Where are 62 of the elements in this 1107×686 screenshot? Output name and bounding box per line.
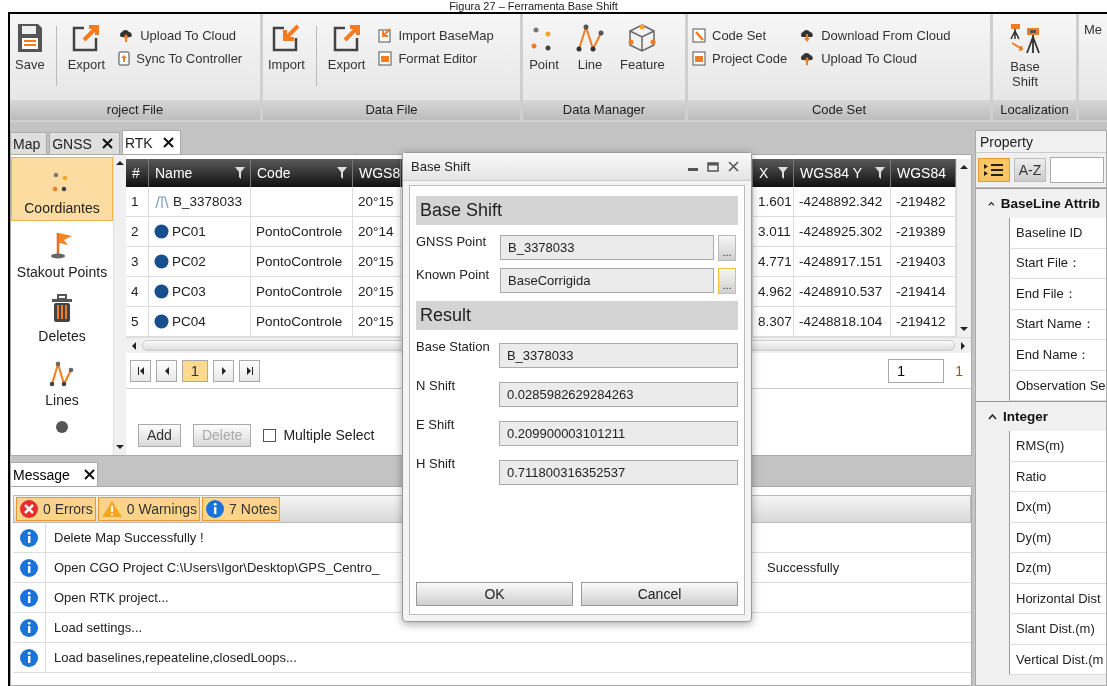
property-name: Vertical Dist.(m [1009, 644, 1106, 675]
table-cell: PontoControle [251, 217, 353, 247]
property-name: Dy(m) [1009, 522, 1106, 553]
dialog-title: Base Shift [411, 159, 472, 174]
table-cell: PontoControle [251, 277, 353, 307]
table-cell: 20°15 [353, 277, 401, 307]
message-text: Successfully [766, 560, 840, 575]
table-cell: 20°15 [353, 187, 401, 217]
table-cell: 2 [126, 217, 149, 247]
point-name: B_3378033 [173, 194, 243, 209]
message-text: Load baselines,repeateline,closedLoops... [53, 650, 297, 665]
point-name: PC03 [172, 284, 206, 299]
property-name: Dx(m) [1009, 492, 1106, 523]
field-label: E Shift [416, 416, 456, 432]
checkbox-label: Multiple Select [283, 427, 375, 443]
table-cell: -4248925.302 [794, 217, 891, 247]
property-name: Start File： [1009, 248, 1106, 279]
point-name: PC04 [172, 314, 206, 329]
table-cell: 20°14 [353, 217, 401, 247]
field-label: Known Point [416, 266, 490, 282]
property-name: Dz(m) [1009, 553, 1106, 584]
property-name: Slant Dist.(m) [1009, 614, 1106, 645]
table-cell: -4248892.342 [794, 187, 891, 217]
message-text: Open CGO Project C:\Users\Igor\Desktop\GPS_Centro_ [53, 560, 380, 575]
property-name: Observation Se [1009, 370, 1106, 401]
figure-caption: Figura 27 – Ferramenta Base Shift [448, 0, 619, 12]
group-label: Data Manager [523, 100, 685, 120]
section-heading: Base Shift [416, 196, 738, 225]
panel-title: Property [976, 131, 1106, 153]
page-count: 1 [955, 362, 963, 379]
group-label: Localization [993, 100, 1076, 120]
property-name: End Name： [1009, 340, 1106, 371]
property-name: RMS(m) [1009, 431, 1106, 462]
field-label: Base Station [416, 338, 491, 354]
message-text: Open RTK project... [53, 590, 169, 605]
point-name: PC01 [172, 224, 206, 239]
field-label: GNSS Point [416, 233, 488, 249]
table-cell: 20°15 [353, 247, 401, 277]
table-cell: 4.771 [753, 247, 794, 277]
table-cell: -4248917.151 [794, 247, 891, 277]
table-cell: 1.601 [753, 187, 794, 217]
table-cell: 4 [126, 277, 149, 307]
property-name: Horizontal Dist [1009, 583, 1106, 614]
property-name: Start Name： [1009, 309, 1106, 340]
table-cell: -4248910.537 [794, 277, 891, 307]
message-text: Delete Map Successfully ! [53, 530, 204, 545]
property-name: Ratio [1009, 461, 1106, 492]
table-cell: 3.011 [753, 217, 794, 247]
table-cell: PontoControle [251, 247, 353, 277]
group-label: Code Set [688, 100, 990, 120]
message-text: Load settings... [53, 620, 143, 635]
table-cell: 1 [126, 187, 149, 217]
group-label: Data File [263, 100, 520, 120]
table-cell: 3 [126, 247, 149, 277]
table-cell: 4.962 [753, 277, 794, 307]
point-name: PC02 [172, 254, 206, 269]
section-heading: Result [416, 301, 738, 330]
property-name: Baseline ID [1009, 218, 1106, 249]
field-label: N Shift [416, 377, 456, 393]
field-label: H Shift [416, 455, 456, 471]
group-label: roject File [10, 100, 260, 120]
property-name: End File： [1009, 279, 1106, 310]
